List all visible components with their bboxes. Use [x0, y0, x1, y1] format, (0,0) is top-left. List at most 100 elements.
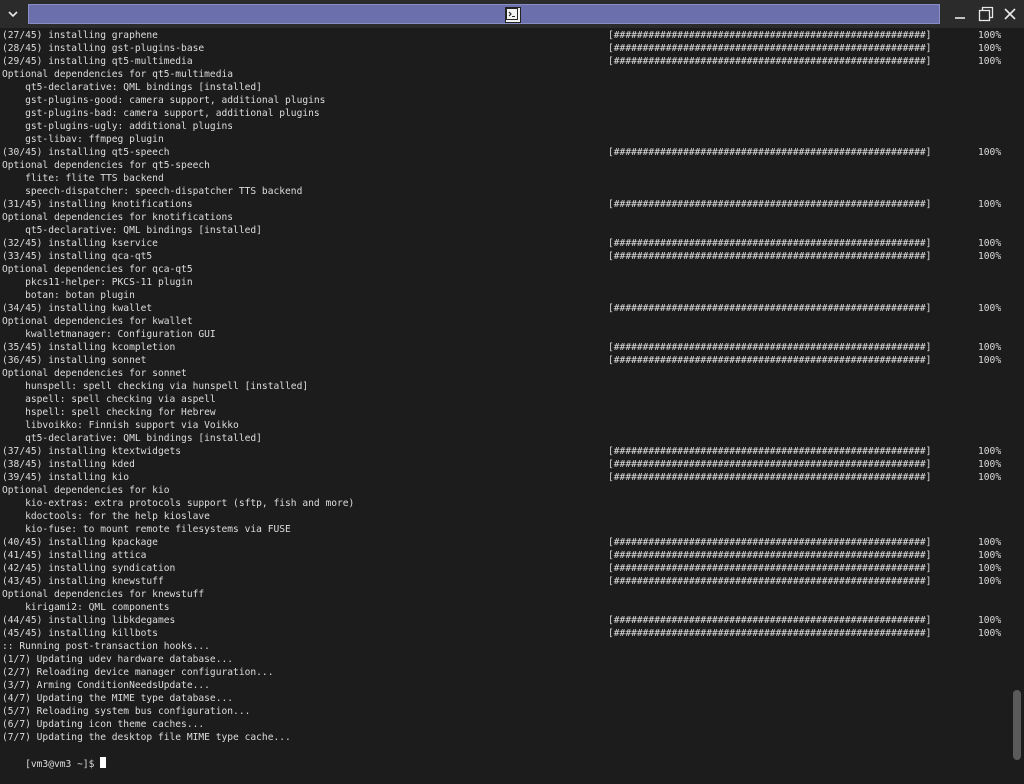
progress-percent: 100%	[978, 342, 1002, 353]
progress-bar: [#######################################…	[608, 472, 932, 483]
terminal-line: hunspell: spell checking via hunspell [i…	[2, 381, 309, 392]
progress-bar: [#######################################…	[608, 615, 932, 626]
progress-bar: [#######################################…	[608, 628, 932, 639]
window-title-area[interactable]	[28, 4, 940, 24]
minimize-icon	[955, 17, 965, 19]
terminal-line: libvoikko: Finnish support via Voikko	[2, 420, 239, 431]
terminal-line: Optional dependencies for kio	[2, 485, 170, 496]
terminal-line: qt5-declarative: QML bindings [installed…	[2, 82, 262, 93]
terminal-line: (27/45) installing graphene	[2, 30, 158, 41]
terminal-line: gst-plugins-good: camera support, additi…	[2, 95, 326, 106]
progress-bar: [#######################################…	[608, 446, 932, 457]
terminal-line: (43/45) installing knewstuff	[2, 576, 164, 587]
terminal-line: qt5-declarative: QML bindings [installed…	[2, 433, 262, 444]
terminal-scrollbar[interactable]	[1010, 28, 1024, 768]
terminal-line: gst-plugins-bad: camera support, additio…	[2, 108, 320, 119]
window-titlebar	[0, 0, 1024, 28]
progress-bar: [#######################################…	[608, 459, 932, 470]
terminal-line: Optional dependencies for sonnet	[2, 368, 187, 379]
progress-percent: 100%	[978, 550, 1002, 561]
terminal-output[interactable]: (27/45) installing graphene [############…	[0, 28, 1010, 770]
progress-percent: 100%	[978, 303, 1002, 314]
terminal-line: (2/7) Reloading device manager configura…	[2, 667, 274, 678]
scrollbar-thumb[interactable]	[1013, 690, 1021, 760]
progress-percent: 100%	[978, 628, 1002, 639]
terminal-line: (1/7) Updating udev hardware database...	[2, 654, 234, 665]
progress-percent: 100%	[978, 615, 1002, 626]
terminal-line: (44/45) installing libkdegames	[2, 615, 176, 626]
progress-percent: 100%	[978, 251, 1002, 262]
terminal-line: (7/7) Updating the desktop file MIME typ…	[2, 732, 291, 743]
progress-percent: 100%	[978, 199, 1002, 210]
progress-percent: 100%	[978, 43, 1002, 54]
chevron-down-icon	[8, 11, 18, 18]
terminal-line: kio-fuse: to mount remote filesystems vi…	[2, 524, 291, 535]
terminal-line: (33/45) installing qca-qt5	[2, 251, 153, 262]
progress-percent: 100%	[978, 355, 1002, 366]
terminal-line: kdoctools: for the help kioslave	[2, 511, 210, 522]
terminal-line: aspell: spell checking via aspell	[2, 394, 216, 405]
terminal-line: (31/45) installing knotifications	[2, 199, 193, 210]
progress-percent: 100%	[978, 56, 1002, 67]
window-menu-button[interactable]	[2, 3, 24, 25]
close-icon	[1004, 8, 1016, 20]
maximize-button[interactable]	[975, 3, 997, 25]
terminal-line: (36/45) installing sonnet	[2, 355, 147, 366]
progress-percent: 100%	[978, 537, 1002, 548]
terminal-line: gst-libav: ffmpeg plugin	[2, 134, 164, 145]
terminal-line: (37/45) installing ktextwidgets	[2, 446, 182, 457]
progress-bar: [#######################################…	[608, 303, 932, 314]
terminal-line: Optional dependencies for knotifications	[2, 212, 234, 223]
terminal-line: (35/45) installing kcompletion	[2, 342, 176, 353]
progress-bar: [#######################################…	[608, 147, 932, 158]
terminal-line: Optional dependencies for kwallet	[2, 316, 193, 327]
terminal-line: (45/45) installing killbots	[2, 628, 158, 639]
progress-percent: 100%	[978, 446, 1002, 457]
prompt-line[interactable]: [vm3@vm3 ~]$	[2, 744, 107, 770]
terminal-line: botan: botan plugin	[2, 290, 135, 301]
terminal-line: (29/45) installing qt5-multimedia	[2, 56, 193, 67]
progress-bar: [#######################################…	[608, 43, 932, 54]
progress-percent: 100%	[978, 147, 1002, 158]
terminal-line: (41/45) installing attica	[2, 550, 147, 561]
progress-percent: 100%	[978, 238, 1002, 249]
terminal-line: pkcs11-helper: PKCS-11 plugin	[2, 277, 193, 288]
terminal-line: (6/7) Updating icon theme caches...	[2, 719, 205, 730]
terminal-line: (30/45) installing qt5-speech	[2, 147, 170, 158]
progress-percent: 100%	[978, 30, 1002, 41]
terminal-line: (40/45) installing kpackage	[2, 537, 158, 548]
terminal-line: (42/45) installing syndication	[2, 563, 176, 574]
text-cursor	[100, 757, 107, 768]
progress-percent: 100%	[978, 472, 1002, 483]
progress-bar: [#######################################…	[608, 355, 932, 366]
terminal-line: (28/45) installing gst-plugins-base	[2, 43, 205, 54]
terminal-line: flite: flite TTS backend	[2, 173, 164, 184]
progress-percent: 100%	[978, 563, 1002, 574]
progress-bar: [#######################################…	[608, 199, 932, 210]
progress-bar: [#######################################…	[608, 563, 932, 574]
terminal-line: (39/45) installing kio	[2, 472, 130, 483]
close-button[interactable]	[999, 3, 1021, 25]
progress-bar: [#######################################…	[608, 251, 932, 262]
terminal-line: speech-dispatcher: speech-dispatcher TTS…	[2, 186, 303, 197]
terminal-line: (5/7) Reloading system bus configuration…	[2, 706, 251, 717]
terminal-line: Optional dependencies for qca-qt5	[2, 264, 193, 275]
progress-percent: 100%	[978, 576, 1002, 587]
progress-bar: [#######################################…	[608, 342, 932, 353]
minimize-button[interactable]	[949, 3, 971, 25]
terminal-line: qt5-declarative: QML bindings [installed…	[2, 225, 262, 236]
progress-bar: [#######################################…	[608, 56, 932, 67]
maximize-icon	[978, 6, 994, 22]
terminal-icon	[505, 7, 521, 23]
progress-bar: [#######################################…	[608, 576, 932, 587]
terminal-line: kwalletmanager: Configuration GUI	[2, 329, 216, 340]
terminal-line: (3/7) Arming ConditionNeedsUpdate...	[2, 680, 210, 691]
terminal-line: (32/45) installing kservice	[2, 238, 158, 249]
progress-bar: [#######################################…	[608, 238, 932, 249]
progress-bar: [#######################################…	[608, 550, 932, 561]
terminal-line: kirigami2: QML components	[2, 602, 170, 613]
terminal-line: Optional dependencies for knewstuff	[2, 589, 205, 600]
terminal-line: (34/45) installing kwallet	[2, 303, 153, 314]
shell-prompt: [vm3@vm3 ~]$	[25, 759, 101, 770]
terminal-line: hspell: spell checking for Hebrew	[2, 407, 216, 418]
